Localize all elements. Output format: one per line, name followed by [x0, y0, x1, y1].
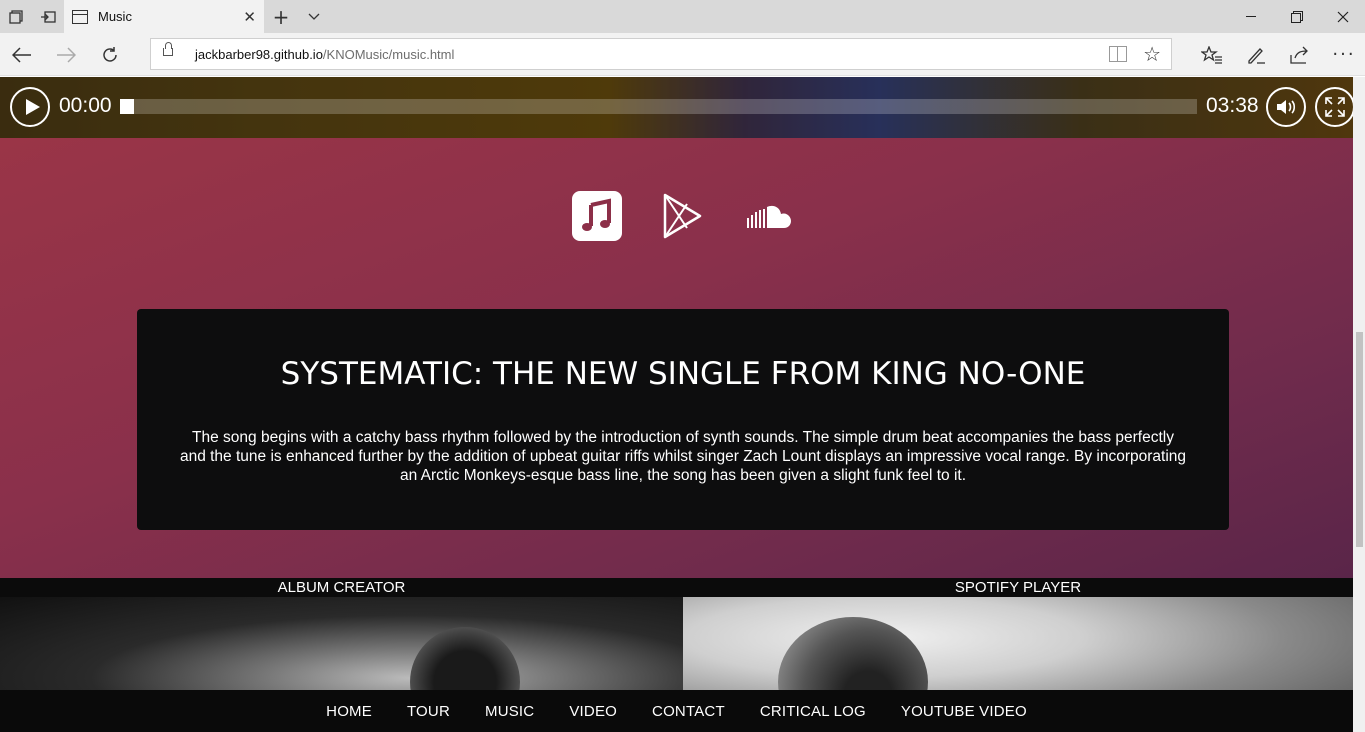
spotify-player-label: SPOTIFY PLAYER [683, 578, 1353, 597]
nav-critical-log[interactable]: CRITICAL LOG [760, 703, 866, 720]
browser-tab-bar: Music ✕ + [0, 0, 1365, 33]
soundcloud-icon[interactable] [746, 204, 792, 230]
forward-arrow-icon[interactable] [44, 33, 88, 76]
current-time: 00:00 [59, 94, 112, 117]
tab-music[interactable]: Music ✕ [64, 0, 264, 33]
nav-home[interactable]: HOME [326, 703, 372, 720]
web-note-pen-icon[interactable] [1234, 33, 1278, 76]
refresh-icon[interactable] [88, 33, 132, 76]
nav-music[interactable]: MUSIC [485, 703, 534, 720]
nav-contact[interactable]: CONTACT [652, 703, 725, 720]
fullscreen-icon[interactable] [1315, 87, 1353, 127]
nav-video[interactable]: VIDEO [569, 703, 617, 720]
card-title: SYSTEMATIC: THE NEW SINGLE FROM KING NO-… [280, 356, 1086, 392]
album-creator-label: ALBUM CREATOR [0, 578, 683, 597]
close-tab-icon[interactable]: ✕ [243, 8, 256, 26]
url-text: jackbarber98.github.io/KNOMusic/music.ht… [195, 47, 455, 62]
tab-preview-chevron-icon[interactable] [298, 0, 330, 33]
volume-icon[interactable] [1266, 87, 1306, 127]
browser-toolbar: jackbarber98.github.io/KNOMusic/music.ht… [0, 33, 1365, 76]
more-options-icon[interactable]: ··· [1322, 33, 1365, 76]
favorite-star-icon[interactable]: ☆ [1143, 42, 1161, 66]
google-play-icon[interactable] [662, 193, 702, 239]
tab-sets-icon[interactable] [0, 0, 32, 33]
reading-view-icon[interactable] [1109, 46, 1127, 62]
tabs-aside-icon[interactable] [32, 0, 64, 33]
page-viewport: 00:00 03:38 SYSTEMATIC: THE NEW SINGLE F… [0, 77, 1353, 732]
nav-tour[interactable]: TOUR [407, 703, 450, 720]
page-scrollbar[interactable] [1353, 77, 1365, 732]
site-navigation: HOME TOUR MUSIC VIDEO CONTACT CRITICAL L… [0, 690, 1353, 732]
address-bar[interactable]: jackbarber98.github.io/KNOMusic/music.ht… [150, 38, 1172, 70]
scrollbar-thumb[interactable] [1356, 332, 1363, 547]
video-player[interactable]: 00:00 03:38 [0, 77, 1353, 138]
itunes-music-icon[interactable] [572, 191, 622, 241]
card-body: The song begins with a catchy bass rhyth… [179, 429, 1187, 484]
single-section: SYSTEMATIC: THE NEW SINGLE FROM KING NO-… [0, 138, 1353, 578]
back-arrow-icon[interactable] [0, 33, 44, 76]
new-tab-icon[interactable]: + [264, 0, 298, 33]
seek-bar[interactable] [120, 99, 1197, 114]
close-window-icon[interactable] [1320, 0, 1365, 33]
single-description-card: SYSTEMATIC: THE NEW SINGLE FROM KING NO-… [137, 309, 1229, 530]
tab-title: Music [98, 9, 132, 24]
lock-icon [163, 42, 173, 56]
play-icon[interactable] [10, 87, 50, 127]
minimize-icon[interactable] [1228, 0, 1274, 33]
share-icon[interactable] [1278, 33, 1322, 76]
page-icon [72, 9, 88, 24]
duration-time: 03:38 [1206, 94, 1259, 117]
nav-youtube-video[interactable]: YOUTUBE VIDEO [901, 703, 1027, 720]
restore-icon[interactable] [1274, 0, 1320, 33]
favorites-hub-icon[interactable] [1190, 33, 1234, 76]
seek-handle[interactable] [120, 99, 134, 114]
